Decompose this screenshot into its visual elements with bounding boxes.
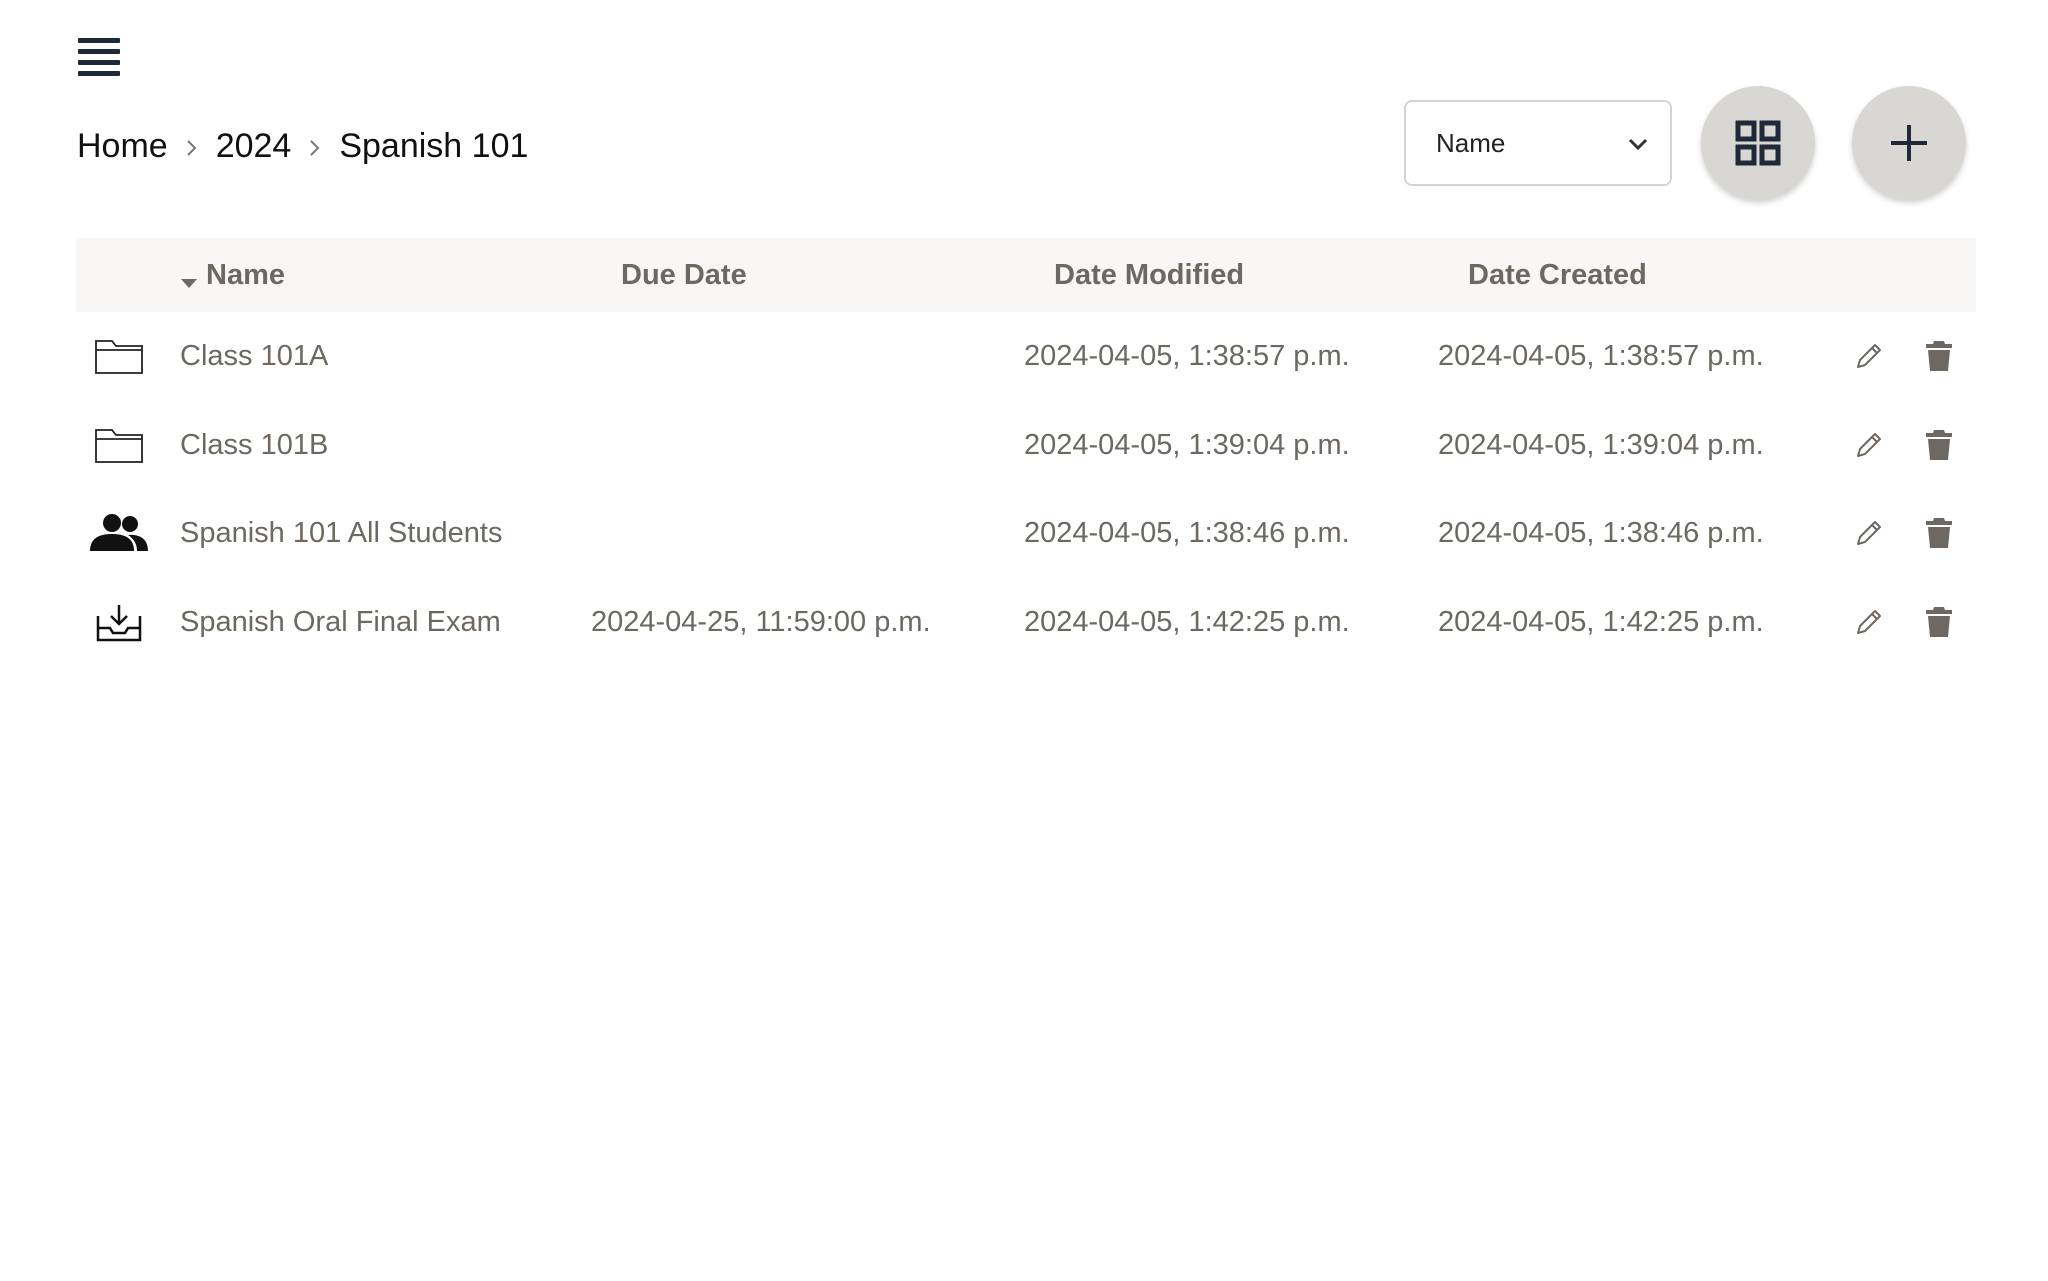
item-name[interactable]: Class 101A <box>180 312 328 400</box>
table-header: Name Due Date Date Modified Date Created <box>76 238 1976 312</box>
grid-icon <box>1735 120 1781 166</box>
items-table: Name Due Date Date Modified Date Created… <box>76 238 1976 666</box>
pencil-icon <box>1857 344 1881 368</box>
sort-select[interactable]: Name <box>1404 100 1672 186</box>
column-header-due-date[interactable]: Due Date <box>621 238 747 312</box>
column-header-date-modified[interactable]: Date Modified <box>1054 238 1244 312</box>
item-date-created: 2024-04-05, 1:39:04 p.m. <box>1438 428 1764 461</box>
group-icon <box>86 489 152 577</box>
item-date-created: 2024-04-05, 1:42:25 p.m. <box>1438 605 1764 638</box>
trash-icon <box>1926 518 1952 548</box>
table-row[interactable]: Class 101A 2024-04-05, 1:38:57 p.m. 2024… <box>76 312 1976 401</box>
item-date-created: 2024-04-05, 1:38:57 p.m. <box>1438 340 1764 372</box>
item-name[interactable]: Spanish 101 All Students <box>180 489 502 577</box>
delete-button[interactable] <box>1916 489 1962 577</box>
edit-button[interactable] <box>1846 489 1892 577</box>
grid-view-button[interactable] <box>1701 86 1815 200</box>
breadcrumb: Home 2024 Spanish 101 <box>77 118 528 174</box>
add-button[interactable] <box>1852 86 1966 200</box>
column-header-date-created[interactable]: Date Created <box>1468 238 1647 312</box>
item-date-modified: 2024-04-05, 1:39:04 p.m. <box>1024 428 1350 461</box>
breadcrumb-2024[interactable]: 2024 <box>216 127 292 166</box>
edit-button[interactable] <box>1846 578 1892 666</box>
sort-desc-icon <box>181 279 197 289</box>
plus-icon <box>1891 125 1927 161</box>
item-name[interactable]: Class 101B <box>180 401 328 489</box>
trash-icon <box>1926 429 1952 460</box>
item-date-modified: 2024-04-05, 1:42:25 p.m. <box>1024 605 1350 638</box>
table-row[interactable]: Class 101B 2024-04-05, 1:39:04 p.m. 2024… <box>76 401 1976 490</box>
item-due-date: 2024-04-25, 11:59:00 p.m. <box>591 605 931 638</box>
page: Home 2024 Spanish 101 Name Name Due Date… <box>0 0 2048 1281</box>
table-row[interactable]: Spanish Oral Final Exam 2024-04-25, 11:5… <box>76 578 1976 667</box>
hamburger-icon <box>78 38 120 76</box>
breadcrumb-current: Spanish 101 <box>339 126 529 165</box>
item-name[interactable]: Spanish Oral Final Exam <box>180 578 501 666</box>
item-date-modified: 2024-04-05, 1:38:46 p.m. <box>1024 517 1350 549</box>
menu-button[interactable] <box>74 34 124 76</box>
breadcrumb-home[interactable]: Home <box>77 127 168 166</box>
folder-icon <box>86 312 152 400</box>
chevron-down-icon <box>1628 138 1648 151</box>
pencil-icon <box>1857 521 1881 545</box>
chevron-right-icon <box>291 127 339 166</box>
item-date-modified: 2024-04-05, 1:38:57 p.m. <box>1024 340 1350 372</box>
column-header-name-label: Name <box>206 259 285 291</box>
table-row[interactable]: Spanish 101 All Students 2024-04-05, 1:3… <box>76 489 1976 578</box>
item-date-created: 2024-04-05, 1:38:46 p.m. <box>1438 517 1764 549</box>
delete-button[interactable] <box>1916 312 1962 400</box>
edit-button[interactable] <box>1846 401 1892 489</box>
pencil-icon <box>1857 432 1881 457</box>
edit-button[interactable] <box>1846 312 1892 400</box>
trash-icon <box>1926 341 1952 371</box>
sort-select-value: Name <box>1436 127 1506 158</box>
pencil-icon <box>1857 609 1881 634</box>
column-header-name[interactable]: Name <box>180 238 285 312</box>
delete-button[interactable] <box>1916 578 1962 666</box>
inbox-download-icon <box>86 578 152 666</box>
chevron-right-icon <box>168 127 216 166</box>
folder-icon <box>86 401 152 489</box>
delete-button[interactable] <box>1916 401 1962 489</box>
trash-icon <box>1926 606 1952 637</box>
